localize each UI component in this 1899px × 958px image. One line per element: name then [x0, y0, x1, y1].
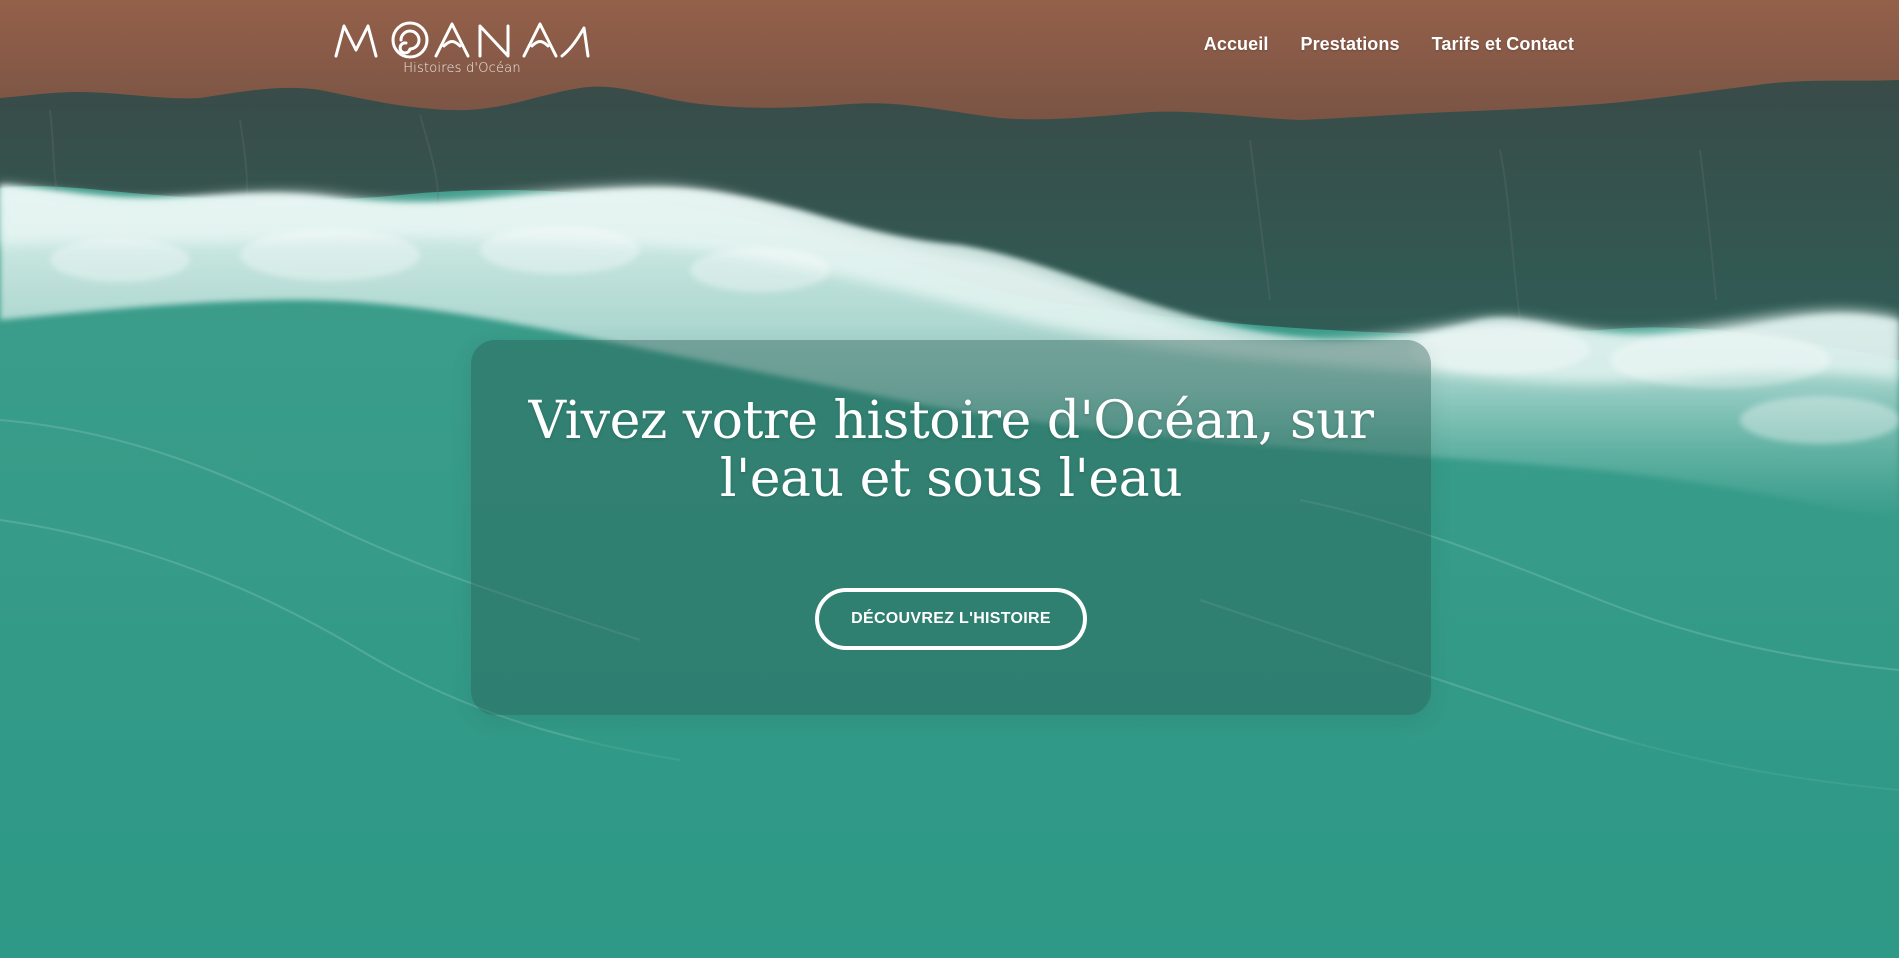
hero-card: Vivez votre histoire d'Océan, sur l'eau … [471, 340, 1431, 715]
site-logo[interactable]: Histoires d'Océan [332, 18, 592, 80]
discover-story-button[interactable]: DÉCOUVREZ L'HISTOIRE [815, 588, 1087, 650]
nav-item-tarifs-et-contact[interactable]: Tarifs et Contact [1432, 34, 1574, 55]
moana-wordmark-logo [334, 21, 590, 59]
logo-tagline: Histoires d'Océan [403, 61, 521, 76]
nav-item-accueil[interactable]: Accueil [1204, 34, 1269, 55]
main-navigation: Accueil Prestations Tarifs et Contact [1204, 34, 1574, 55]
hero-title: Vivez votre histoire d'Océan, sur l'eau … [528, 391, 1374, 509]
nav-item-prestations[interactable]: Prestations [1300, 34, 1399, 55]
